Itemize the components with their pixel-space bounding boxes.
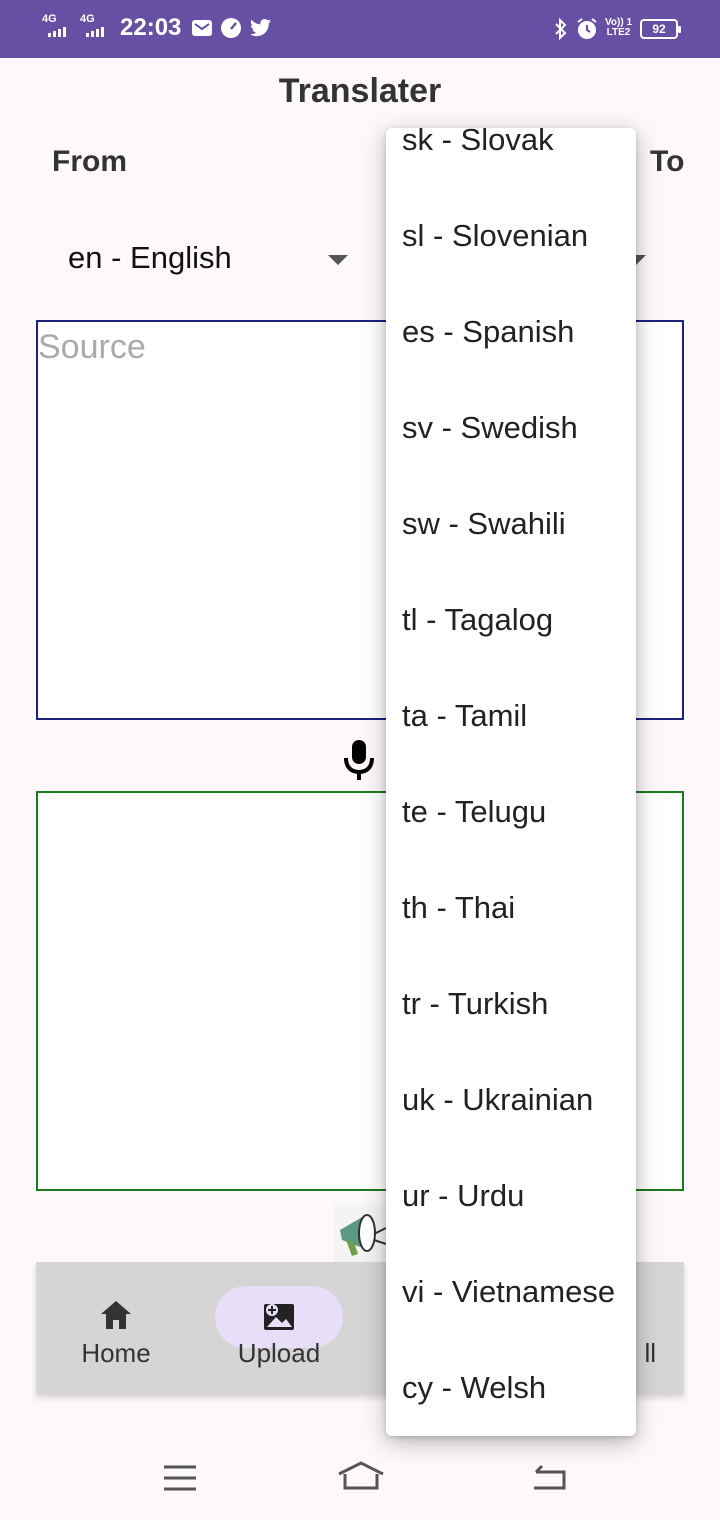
app-title: Translater — [278, 72, 442, 110]
sim2-signal-icon: 4G — [80, 14, 104, 37]
from-label: From — [52, 145, 127, 178]
status-time: 22:03 — [120, 14, 182, 41]
to-language-dropdown[interactable]: sk - Slovak sl - Slovenian es - Spanish … — [386, 128, 636, 1436]
dropdown-option[interactable]: th - Thai — [402, 890, 515, 926]
dropdown-option[interactable]: uk - Ukrainian — [402, 1082, 593, 1118]
microphone-icon[interactable] — [342, 738, 376, 782]
status-bar: 4G 4G 22:03 Vo)) 1 LTE2 92 — [0, 0, 720, 58]
dropdown-option[interactable]: sl - Slovenian — [402, 218, 588, 254]
image-upload-icon — [264, 1304, 294, 1330]
from-language-spinner[interactable]: en - English — [68, 240, 358, 280]
twitter-icon — [250, 19, 271, 37]
chevron-down-icon — [328, 255, 348, 265]
gmail-icon — [192, 20, 212, 36]
system-navigation-bar — [0, 1436, 720, 1520]
dropdown-option[interactable]: es - Spanish — [402, 314, 574, 350]
bluetooth-icon — [555, 17, 567, 41]
megaphone-icon[interactable] — [334, 1204, 388, 1262]
nav-upload-label: Upload — [237, 1338, 321, 1368]
to-label: To — [650, 145, 685, 178]
dropdown-option[interactable]: cy - Welsh — [402, 1370, 546, 1406]
alarm-icon — [577, 18, 597, 39]
speed-icon — [221, 18, 241, 38]
nav-home[interactable]: Home — [51, 1262, 181, 1394]
dropdown-option[interactable]: tl - Tagalog — [402, 602, 553, 638]
dropdown-option[interactable]: sw - Swahili — [402, 506, 566, 542]
dropdown-option[interactable]: sk - Slovak — [402, 128, 554, 158]
dropdown-option[interactable]: sv - Swedish — [402, 410, 578, 446]
home-button-icon[interactable] — [336, 1460, 386, 1492]
dropdown-option[interactable]: tr - Turkish — [402, 986, 548, 1022]
menu-icon[interactable] — [162, 1464, 198, 1492]
dropdown-option[interactable]: vi - Vietnamese — [402, 1274, 615, 1310]
sim1-signal-icon: 4G — [42, 14, 66, 37]
dropdown-option[interactable]: te - Telugu — [402, 794, 546, 830]
home-icon — [101, 1301, 131, 1329]
from-language-value: en - English — [68, 240, 232, 275]
volte-indicator: Vo)) 1 LTE2 — [605, 17, 633, 38]
nav-upload[interactable]: Upload — [214, 1262, 344, 1394]
nav-home-label: Home — [81, 1338, 151, 1368]
battery-icon: 92 — [640, 19, 681, 39]
back-icon[interactable] — [530, 1462, 568, 1492]
dropdown-option[interactable]: ta - Tamil — [402, 698, 527, 734]
dropdown-option[interactable]: ur - Urdu — [402, 1178, 524, 1214]
